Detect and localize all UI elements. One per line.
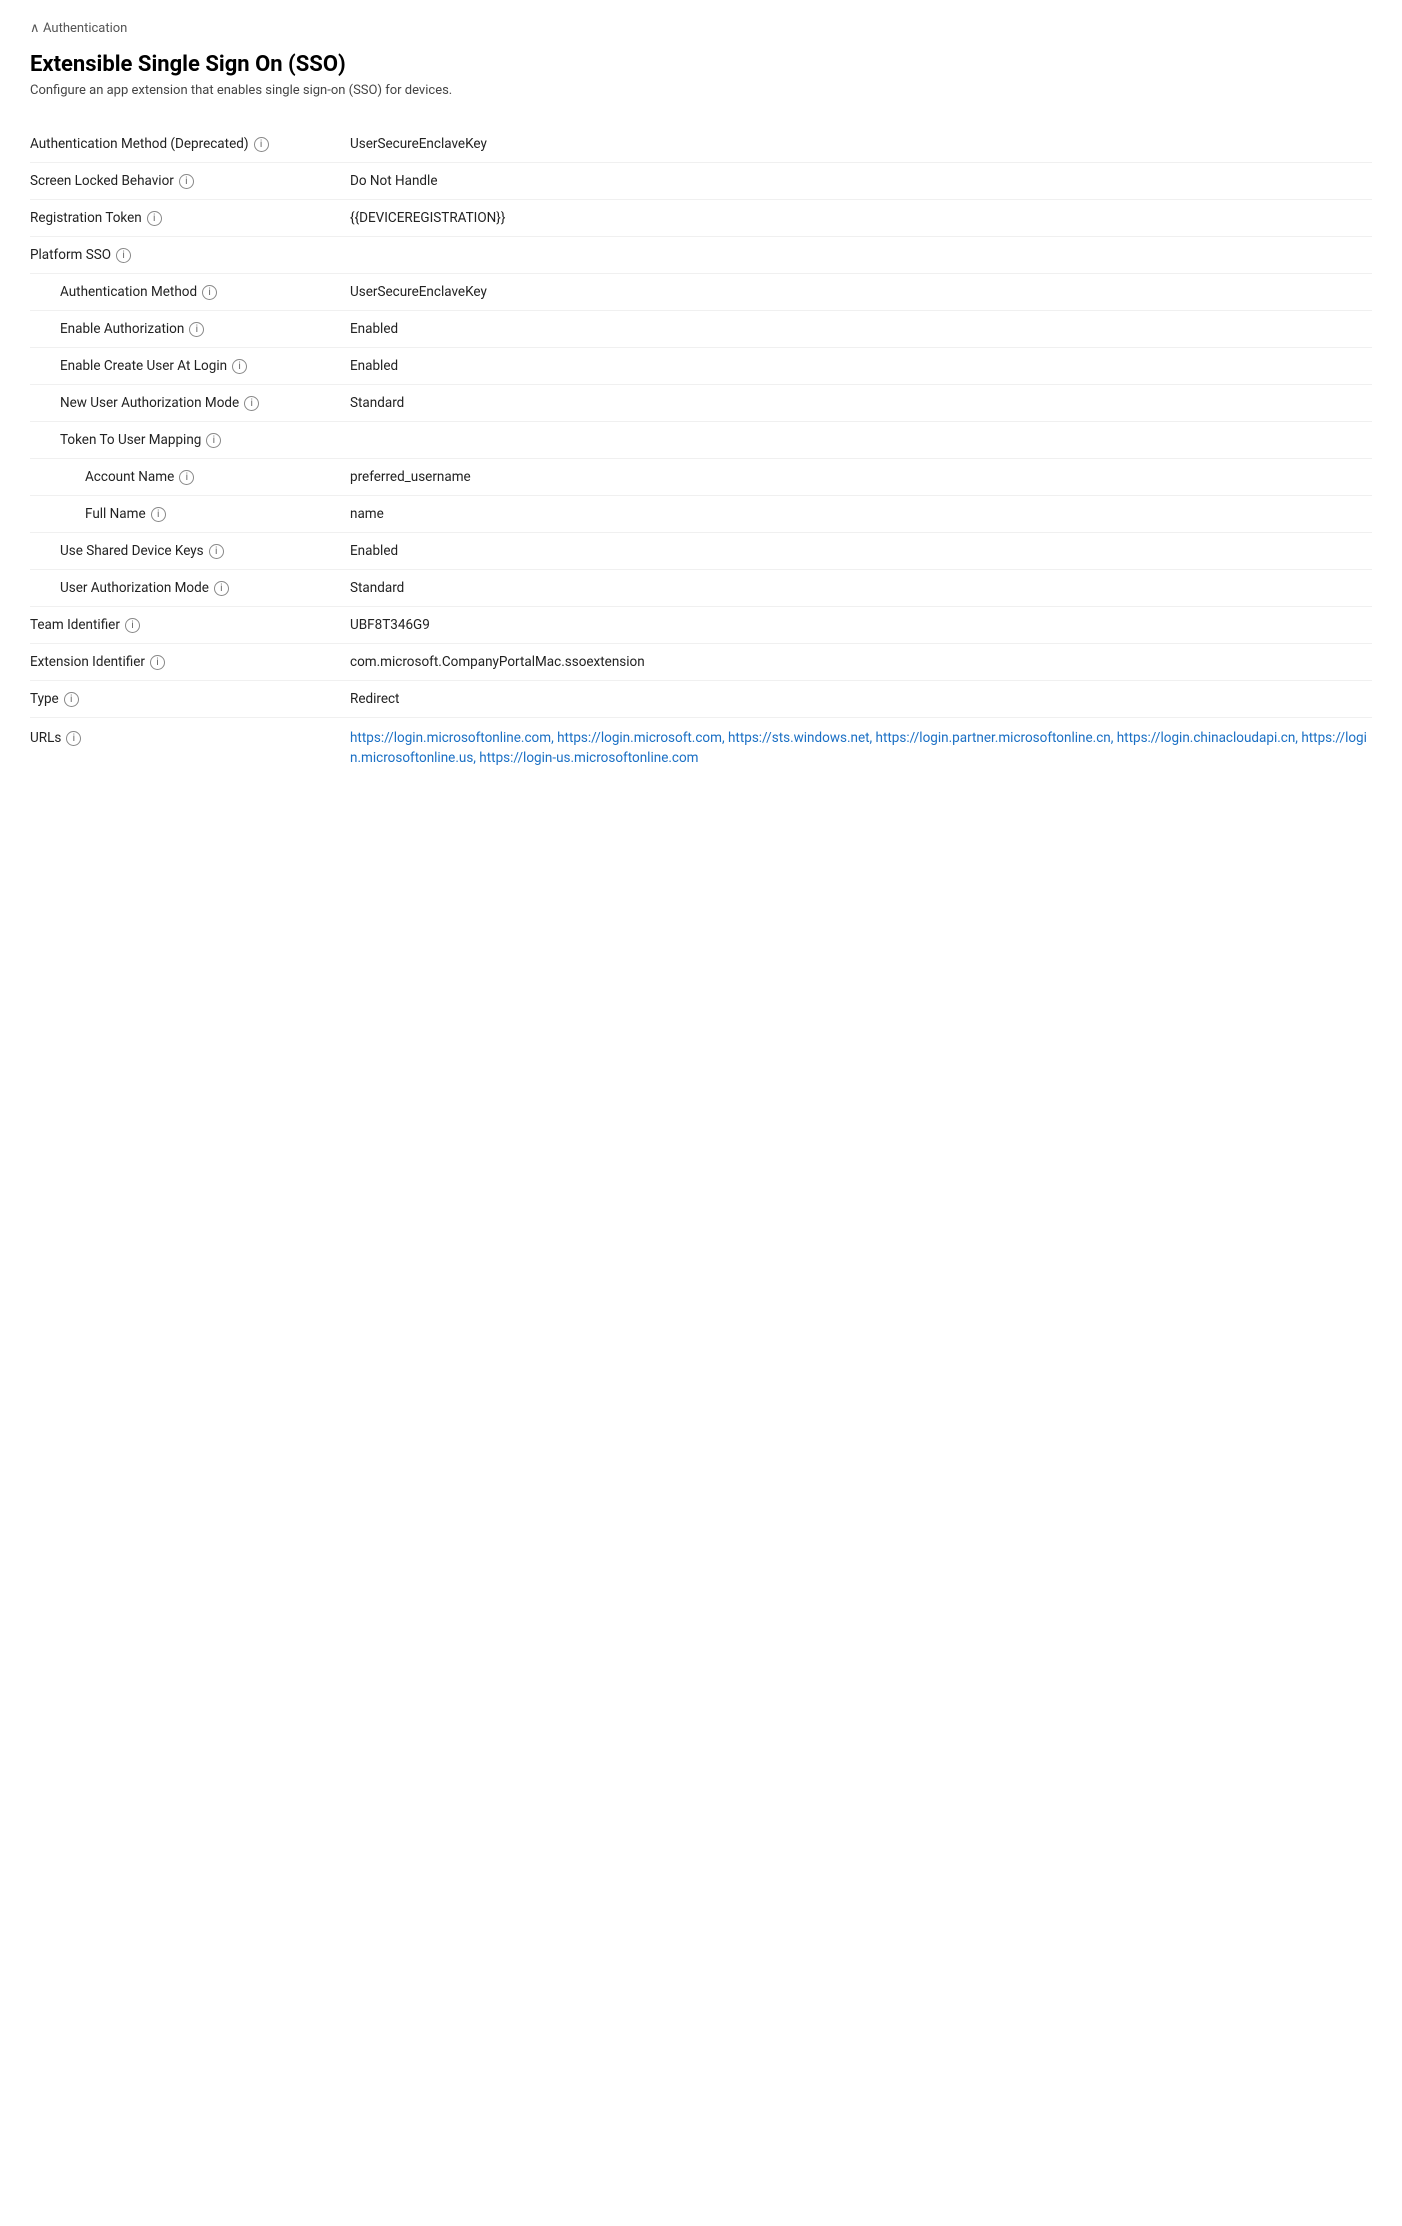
field-value-full-name: name xyxy=(350,506,1372,522)
field-row-token-to-user-mapping: Token To User Mapping i xyxy=(30,422,1372,459)
info-icon-team-identifier[interactable]: i xyxy=(125,618,140,633)
info-icon-full-name[interactable]: i xyxy=(151,507,166,522)
field-row-auth-method: Authentication Method i UserSecureEnclaveK… xyxy=(30,274,1372,311)
label-text-platform-sso: Platform SSO xyxy=(30,247,111,263)
field-row-full-name: Full Name i name xyxy=(30,496,1372,533)
info-icon-screen-locked-behavior[interactable]: i xyxy=(179,174,194,189)
label-text-use-shared-device-keys: Use Shared Device Keys xyxy=(60,543,204,559)
field-value-team-identifier: UBF8T346G9 xyxy=(350,617,1372,633)
field-row-team-identifier: Team Identifier i UBF8T346G9 xyxy=(30,607,1372,644)
field-label-user-auth-mode: User Authorization Mode i xyxy=(30,580,350,596)
field-row-enable-authorization: Enable Authorization i Enabled xyxy=(30,311,1372,348)
field-label-auth-method: Authentication Method i xyxy=(30,284,350,300)
field-label-type: Typei xyxy=(30,691,350,707)
field-value-new-user-auth-mode: Standard xyxy=(350,395,1372,411)
field-row-use-shared-device-keys: Use Shared Device Keys i Enabled xyxy=(30,533,1372,570)
field-row-extension-identifier: Extension Identifier i com.microsoft.Compa… xyxy=(30,644,1372,681)
field-label-platform-sso: Platform SSO i xyxy=(30,247,350,263)
breadcrumb-chevron: ∧ xyxy=(30,21,40,36)
field-row-auth-method-deprecated: Authentication Method (Deprecated) i UserS… xyxy=(30,126,1372,163)
field-row-platform-sso: Platform SSO i xyxy=(30,237,1372,274)
field-row-type: TypeiRedirect xyxy=(30,681,1372,718)
page-subtitle: Configure an app extension that enables … xyxy=(30,83,1372,98)
info-icon-enable-authorization[interactable]: i xyxy=(189,322,204,337)
fields-container: Authentication Method (Deprecated) i UserS… xyxy=(30,126,1372,779)
info-icon-new-user-auth-mode[interactable]: i xyxy=(244,396,259,411)
field-row-screen-locked-behavior: Screen Locked Behavior i Do Not Handle xyxy=(30,163,1372,200)
field-value-auth-method-deprecated: UserSecureEnclaveKey xyxy=(350,136,1372,152)
info-icon-platform-sso[interactable]: i xyxy=(116,248,131,263)
info-icon-auth-method-deprecated[interactable]: i xyxy=(254,137,269,152)
field-row-enable-create-user: Enable Create User At Login i Enabled xyxy=(30,348,1372,385)
info-icon-type[interactable]: i xyxy=(64,692,79,707)
field-row-new-user-auth-mode: New User Authorization Mode i Standard xyxy=(30,385,1372,422)
info-icon-urls[interactable]: i xyxy=(66,731,81,746)
info-icon-registration-token[interactable]: i xyxy=(147,211,162,226)
label-text-token-to-user-mapping: Token To User Mapping xyxy=(60,432,201,448)
field-row-urls: URLsihttps://login.microsoftonline.com, … xyxy=(30,718,1372,779)
field-label-urls: URLsi xyxy=(30,730,350,746)
field-label-account-name: Account Name i xyxy=(30,469,350,485)
field-value-account-name: preferred_username xyxy=(350,469,1372,485)
label-text-new-user-auth-mode: New User Authorization Mode xyxy=(60,395,239,411)
field-value-registration-token: {{DEVICEREGISTRATION}} xyxy=(350,210,1372,226)
field-row-user-auth-mode: User Authorization Mode i Standard xyxy=(30,570,1372,607)
field-label-auth-method-deprecated: Authentication Method (Deprecated) i xyxy=(30,136,350,152)
field-value-enable-authorization: Enabled xyxy=(350,321,1372,337)
field-label-extension-identifier: Extension Identifier i xyxy=(30,654,350,670)
field-label-new-user-auth-mode: New User Authorization Mode i xyxy=(30,395,350,411)
field-label-team-identifier: Team Identifier i xyxy=(30,617,350,633)
field-label-registration-token: Registration Token i xyxy=(30,210,350,226)
info-icon-token-to-user-mapping[interactable]: i xyxy=(206,433,221,448)
label-text-auth-method-deprecated: Authentication Method (Deprecated) xyxy=(30,136,249,152)
label-text-enable-authorization: Enable Authorization xyxy=(60,321,184,337)
field-value-extension-identifier: com.microsoft.CompanyPortalMac.ssoextens… xyxy=(350,654,1372,670)
breadcrumb-label: Authentication xyxy=(43,21,127,36)
label-text-account-name: Account Name xyxy=(85,469,174,485)
field-row-registration-token: Registration Token i {{DEVICEREGISTRATION}… xyxy=(30,200,1372,237)
field-value-auth-method: UserSecureEnclaveKey xyxy=(350,284,1372,300)
info-icon-use-shared-device-keys[interactable]: i xyxy=(209,544,224,559)
label-text-user-auth-mode: User Authorization Mode xyxy=(60,580,209,596)
info-icon-account-name[interactable]: i xyxy=(179,470,194,485)
label-text-enable-create-user: Enable Create User At Login xyxy=(60,358,227,374)
label-text-registration-token: Registration Token xyxy=(30,210,142,226)
breadcrumb: ∧ Authentication xyxy=(30,20,1372,36)
label-text-urls: URLs xyxy=(30,730,61,746)
info-icon-auth-method[interactable]: i xyxy=(202,285,217,300)
label-text-extension-identifier: Extension Identifier xyxy=(30,654,145,670)
field-label-enable-create-user: Enable Create User At Login i xyxy=(30,358,350,374)
info-icon-user-auth-mode[interactable]: i xyxy=(214,581,229,596)
field-label-token-to-user-mapping: Token To User Mapping i xyxy=(30,432,350,448)
label-text-screen-locked-behavior: Screen Locked Behavior xyxy=(30,173,174,189)
label-text-auth-method: Authentication Method xyxy=(60,284,197,300)
field-label-screen-locked-behavior: Screen Locked Behavior i xyxy=(30,173,350,189)
label-text-full-name: Full Name xyxy=(85,506,146,522)
field-row-account-name: Account Name i preferred_username xyxy=(30,459,1372,496)
field-value-urls: https://login.microsoftonline.com, https… xyxy=(350,728,1372,769)
field-label-enable-authorization: Enable Authorization i xyxy=(30,321,350,337)
field-value-screen-locked-behavior: Do Not Handle xyxy=(350,173,1372,189)
info-icon-enable-create-user[interactable]: i xyxy=(232,359,247,374)
page-title: Extensible Single Sign On (SSO) xyxy=(30,52,1372,77)
field-label-use-shared-device-keys: Use Shared Device Keys i xyxy=(30,543,350,559)
label-text-type: Type xyxy=(30,691,59,707)
field-label-full-name: Full Name i xyxy=(30,506,350,522)
label-text-team-identifier: Team Identifier xyxy=(30,617,120,633)
info-icon-extension-identifier[interactable]: i xyxy=(150,655,165,670)
field-value-user-auth-mode: Standard xyxy=(350,580,1372,596)
field-value-type: Redirect xyxy=(350,691,1372,707)
field-value-enable-create-user: Enabled xyxy=(350,358,1372,374)
field-value-use-shared-device-keys: Enabled xyxy=(350,543,1372,559)
